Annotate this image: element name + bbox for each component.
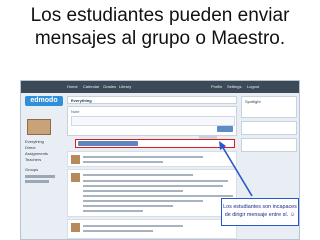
tab-note[interactable]: Note — [71, 109, 79, 114]
sidebar-item-teachers[interactable]: Teachers — [25, 157, 41, 162]
post-text — [83, 161, 163, 163]
callout-note: Los estudiantes son incapaces de dirigir… — [221, 198, 299, 226]
sidebar-item-assignments[interactable]: Assignments — [25, 151, 48, 156]
nav-link-logout[interactable]: Logout — [247, 84, 259, 89]
avatar — [71, 223, 80, 232]
nav-link-settings[interactable]: Settings — [227, 84, 241, 89]
nav-link-calendar[interactable]: Calendar — [83, 84, 99, 89]
message-input[interactable] — [71, 116, 235, 126]
spotlight-box: Spotlight — [241, 96, 297, 118]
post-text — [83, 225, 183, 227]
callout-line-2: de dirigir mensaje entre sí. ☺ — [224, 211, 296, 218]
recipient-field[interactable] — [75, 139, 235, 148]
edmodo-logo[interactable]: edmodo — [25, 96, 63, 106]
nav-link-profile[interactable]: Profile — [211, 84, 222, 89]
post-text — [83, 200, 203, 202]
top-navigation-bar: Home Calendar Grades Library Profile Set… — [21, 81, 299, 93]
post-text — [83, 195, 233, 197]
feed-post — [67, 169, 237, 217]
nav-link-library[interactable]: Library — [119, 84, 131, 89]
sidebar-item-everything[interactable]: Everything — [25, 139, 44, 144]
right-panel: Spotlight — [241, 96, 297, 156]
user-avatar[interactable] — [27, 119, 51, 135]
slide-title-line-2: mensajes al grupo o Maestro. — [34, 28, 286, 49]
feed-post — [67, 219, 237, 239]
sidebar-item-direct[interactable]: Direct — [25, 145, 35, 150]
sidebar: Everything Direct Assignments Teachers G… — [23, 109, 65, 239]
post-text — [83, 190, 183, 192]
callout-line-1: Los estudiantes son incapaces — [223, 204, 297, 210]
post-text — [83, 180, 228, 182]
send-button[interactable] — [217, 126, 233, 132]
post-text — [83, 230, 153, 232]
sidebar-item-groups[interactable]: Groups — [25, 167, 38, 172]
spotlight-title: Spotlight — [245, 99, 261, 104]
sidebar-group-link[interactable] — [25, 175, 55, 178]
slide-title-line-1: Los estudiantes pueden enviar — [30, 5, 290, 26]
avatar — [71, 173, 80, 182]
post-text — [83, 156, 203, 158]
group-header: Everything — [67, 96, 237, 104]
feed-post — [67, 151, 237, 167]
post-text — [83, 174, 193, 176]
right-panel-item — [241, 138, 297, 152]
nav-link-grades[interactable]: Grades — [103, 84, 116, 89]
slide-title: Los estudiantes pueden enviar mensajes a… — [0, 4, 320, 50]
post-text — [83, 185, 223, 187]
group-name: Everything — [71, 98, 92, 103]
avatar — [71, 155, 80, 164]
recipient-token[interactable] — [78, 141, 138, 146]
sidebar-group-link[interactable] — [25, 180, 49, 183]
right-panel-item — [241, 121, 297, 135]
post-composer: Note — [67, 106, 237, 136]
post-text — [83, 205, 173, 207]
nav-link-home[interactable]: Home — [67, 84, 78, 89]
post-text — [83, 210, 143, 212]
